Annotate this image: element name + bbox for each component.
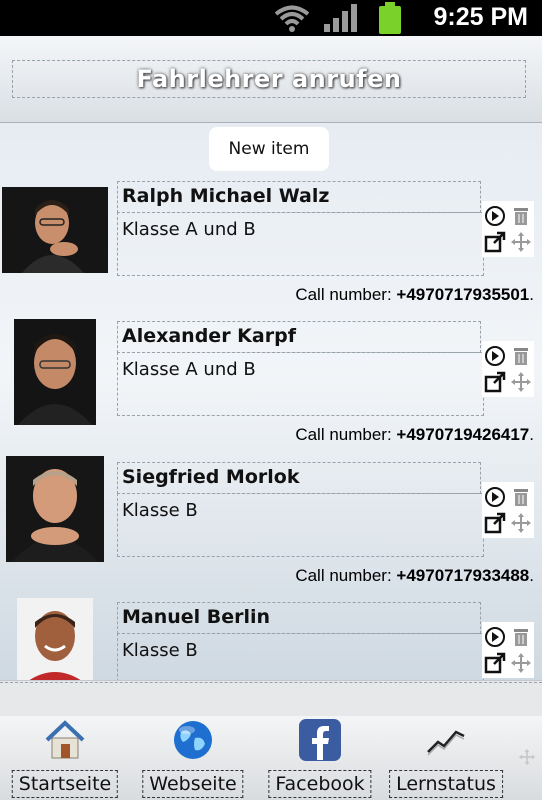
phone-suffix: . <box>529 566 534 585</box>
tab-label: Facebook <box>268 770 372 798</box>
new-item-button[interactable]: New item <box>209 127 329 171</box>
footer-spacer <box>0 680 542 718</box>
move-icon[interactable] <box>510 512 532 534</box>
tab-webseite[interactable]: Webseite <box>133 716 253 800</box>
trash-icon[interactable] <box>510 205 532 227</box>
name-field: Siegfried Morlok <box>117 462 481 494</box>
page-title: Fahrlehrer anrufen <box>136 65 402 93</box>
external-link-icon[interactable] <box>484 512 506 534</box>
title-box: Fahrlehrer anrufen <box>12 60 526 98</box>
class-field: Klasse B <box>117 633 484 680</box>
arrow-right-circle-icon[interactable] <box>484 345 506 367</box>
list-item[interactable]: Manuel Berlin Klasse B <box>0 598 542 680</box>
home-icon <box>45 720 85 759</box>
item-actions <box>482 341 534 397</box>
list-item[interactable]: Ralph Michael Walz Klasse A und B Call n… <box>0 181 542 321</box>
trash-icon[interactable] <box>510 345 532 367</box>
phone-suffix: . <box>529 425 534 444</box>
globe-icon <box>174 721 212 759</box>
item-actions <box>482 622 534 678</box>
signal-icon <box>324 4 357 32</box>
move-icon[interactable] <box>510 371 532 393</box>
wifi-icon <box>274 5 310 32</box>
external-link-icon[interactable] <box>484 652 506 674</box>
avatar <box>6 456 104 562</box>
external-link-icon[interactable] <box>484 371 506 393</box>
facebook-icon <box>299 719 341 761</box>
call-number[interactable]: Call number: +4970719426417. <box>295 425 534 445</box>
list-item[interactable]: Alexander Karpf Klasse A und B Call numb… <box>0 319 542 461</box>
tab-bar: Startseite Webseite Facebook Lernstatus <box>0 716 542 800</box>
call-number[interactable]: Call number: +4970717935501. <box>295 285 534 305</box>
tab-facebook[interactable]: Facebook <box>260 716 380 800</box>
call-number[interactable]: Call number: +4970717933488. <box>295 566 534 586</box>
contact-class: Klasse A und B <box>122 219 256 240</box>
avatar <box>14 319 96 425</box>
arrow-right-circle-icon[interactable] <box>484 626 506 648</box>
name-field: Ralph Michael Walz <box>117 181 481 213</box>
tab-label: Lernstatus <box>389 770 503 798</box>
tab-label: Webseite <box>142 770 244 798</box>
move-icon[interactable] <box>518 748 536 766</box>
avatar <box>2 187 108 273</box>
arrow-right-circle-icon[interactable] <box>484 205 506 227</box>
divider <box>0 682 542 683</box>
avatar <box>17 598 93 680</box>
name-field: Alexander Karpf <box>117 321 481 353</box>
tab-label: Startseite <box>11 770 119 798</box>
trash-icon[interactable] <box>510 626 532 648</box>
class-field: Klasse B <box>117 493 484 557</box>
external-link-icon[interactable] <box>484 231 506 253</box>
contact-class: Klasse B <box>122 640 198 661</box>
status-bar: 9:25 PM <box>0 0 542 36</box>
move-icon[interactable] <box>510 231 532 253</box>
class-field: Klasse A und B <box>117 352 484 416</box>
arrow-right-circle-icon[interactable] <box>484 486 506 508</box>
name-field: Manuel Berlin <box>117 602 481 634</box>
tab-lernstatus[interactable]: Lernstatus <box>386 716 506 800</box>
contact-name: Manuel Berlin <box>122 606 271 628</box>
status-time: 9:25 PM <box>433 3 528 31</box>
header: Fahrlehrer anrufen <box>0 36 542 123</box>
call-label: Call number: <box>295 425 397 444</box>
contact-class: Klasse A und B <box>122 359 256 380</box>
tab-startseite[interactable]: Startseite <box>5 716 125 800</box>
class-field: Klasse A und B <box>117 212 484 276</box>
move-icon[interactable] <box>510 652 532 674</box>
phone-number[interactable]: +4970719426417 <box>396 425 529 444</box>
battery-icon <box>379 2 401 34</box>
contact-name: Siegfried Morlok <box>122 466 300 488</box>
call-label: Call number: <box>295 285 397 304</box>
contact-name: Ralph Michael Walz <box>122 185 330 207</box>
list-item[interactable]: Siegfried Morlok Klasse B Call number: +… <box>0 456 542 602</box>
trash-icon[interactable] <box>510 486 532 508</box>
contact-name: Alexander Karpf <box>122 325 296 347</box>
contact-list[interactable]: New item Ralph Michael Walz Klasse A und… <box>0 123 542 680</box>
phone-suffix: . <box>529 285 534 304</box>
item-actions <box>482 482 534 538</box>
contact-class: Klasse B <box>122 500 198 521</box>
phone-number[interactable]: +4970717933488 <box>396 566 529 585</box>
phone-number[interactable]: +4970717935501 <box>396 285 529 304</box>
call-label: Call number: <box>295 566 397 585</box>
chart-line-icon <box>427 730 465 756</box>
item-actions <box>482 201 534 257</box>
